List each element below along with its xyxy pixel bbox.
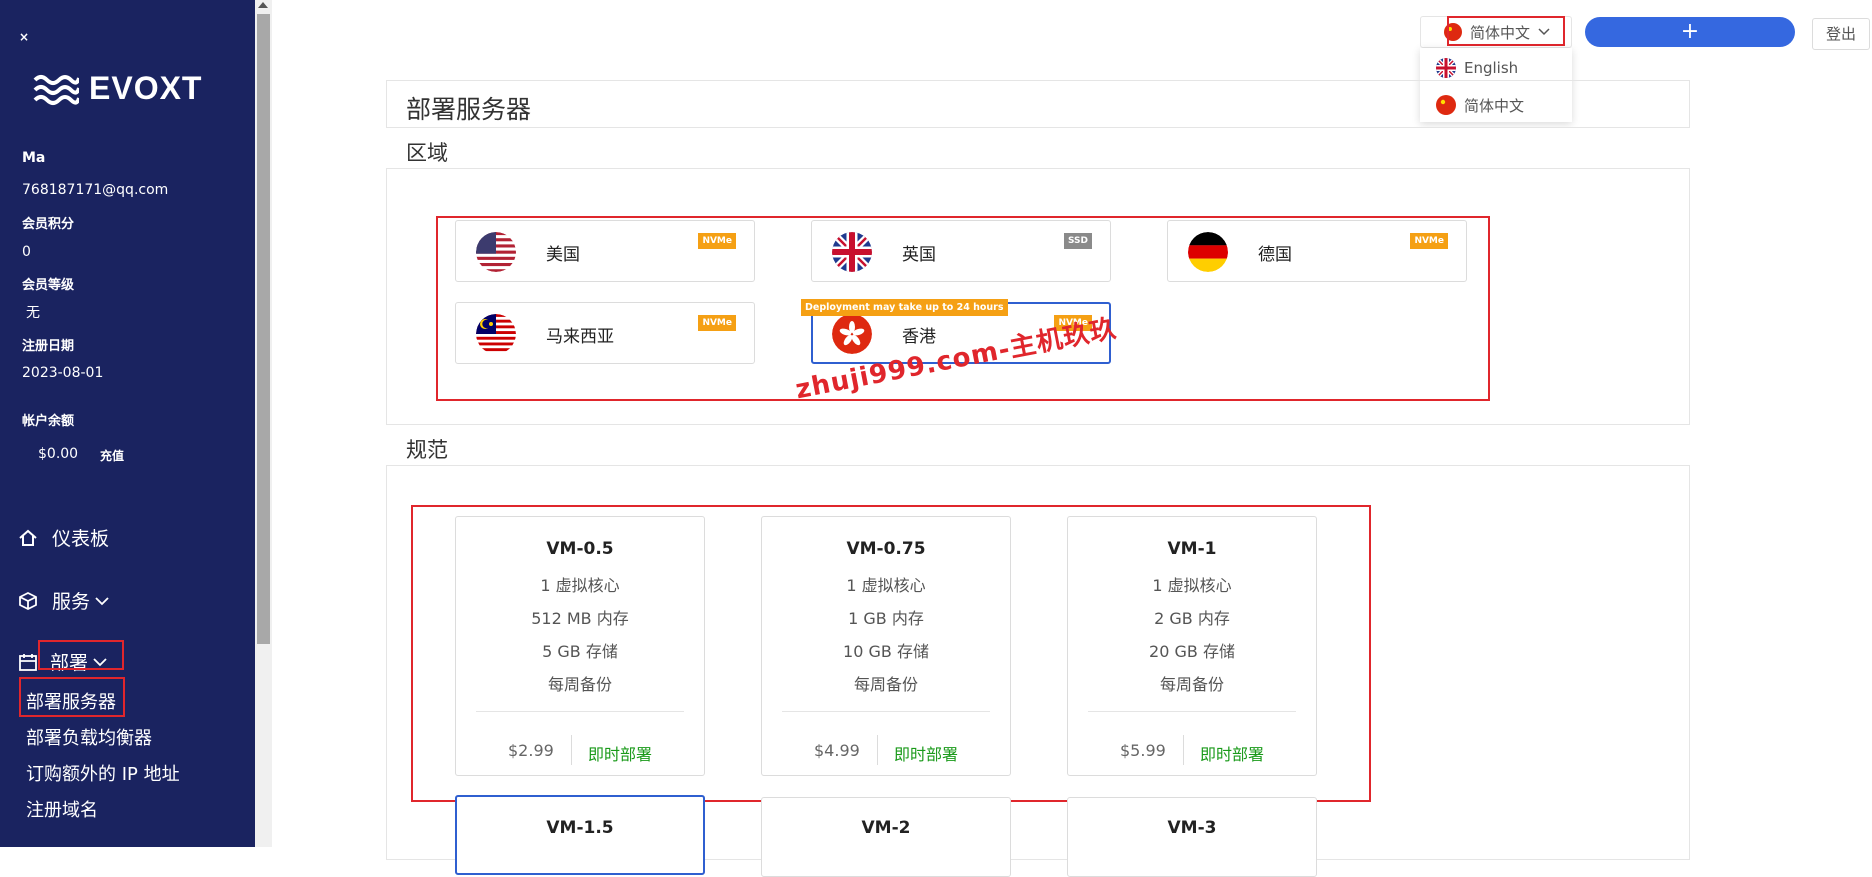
- scroll-up-arrow-icon[interactable]: [258, 2, 268, 8]
- evoxt-logo-icon: [33, 74, 79, 105]
- user-email: 768187171@qq.com: [22, 182, 169, 198]
- box-icon: [19, 591, 37, 610]
- balance-label: 帐户余额: [22, 414, 75, 429]
- plan-card-vm-3[interactable]: VM-3: [1067, 797, 1317, 877]
- chevron-down-icon: [95, 596, 109, 605]
- nav-services[interactable]: 服务: [18, 587, 110, 614]
- close-icon[interactable]: ×: [19, 30, 29, 44]
- logo[interactable]: EVOXT: [33, 70, 202, 107]
- home-icon: [19, 529, 37, 546]
- reg-date-value: 2023-08-01: [22, 365, 104, 381]
- add-button[interactable]: +: [1585, 17, 1795, 47]
- highlight-box: [38, 640, 124, 670]
- highlight-box: [411, 505, 1371, 802]
- highlight-box: [1447, 16, 1565, 46]
- region-section-header: 区域: [386, 127, 1690, 169]
- nav-dashboard-label: 仪表板: [52, 528, 110, 550]
- points-label: 会员积分: [22, 217, 75, 232]
- plan-name: VM-3: [1167, 818, 1217, 838]
- page-title: 部署服务器: [406, 95, 532, 124]
- sidebar: × EVOXT Ma 768187171@qq.com 会员积分 0 会员等级 …: [0, 0, 255, 847]
- highlight-box: [19, 677, 125, 717]
- region-section-label: 区域: [406, 141, 448, 165]
- plan-name: VM-2: [861, 818, 911, 838]
- reg-date-label: 注册日期: [22, 339, 75, 354]
- plan-name: VM-1.5: [546, 818, 614, 838]
- level-value: 无: [26, 305, 40, 321]
- nav-dashboard[interactable]: 仪表板: [18, 524, 109, 551]
- uk-flag-icon: [1436, 58, 1456, 78]
- sub-extra-ip[interactable]: 订购额外的 IP 地址: [26, 760, 180, 786]
- logo-text: EVOXT: [89, 70, 203, 106]
- plan-card-vm-2[interactable]: VM-2: [761, 797, 1011, 877]
- spec-section-header: 规范: [386, 424, 1690, 466]
- level-label: 会员等级: [22, 278, 75, 293]
- language-option-english[interactable]: English: [1464, 59, 1518, 77]
- user-name: Ma: [22, 150, 46, 166]
- logout-button[interactable]: 登出: [1812, 18, 1870, 50]
- spec-section-label: 规范: [406, 438, 448, 462]
- sub-register-domain[interactable]: 注册域名: [26, 796, 98, 822]
- scrollbar-thumb[interactable]: [257, 14, 270, 644]
- plan-card-vm-1-5[interactable]: VM-1.5: [455, 795, 705, 875]
- nav-services-label: 服务: [52, 591, 91, 613]
- balance-value: $0.00: [38, 446, 79, 462]
- points-value: 0: [22, 244, 31, 260]
- topup-link[interactable]: 充值: [100, 447, 124, 464]
- sub-deploy-lb[interactable]: 部署负载均衡器: [26, 724, 152, 750]
- calendar-icon: [19, 653, 37, 671]
